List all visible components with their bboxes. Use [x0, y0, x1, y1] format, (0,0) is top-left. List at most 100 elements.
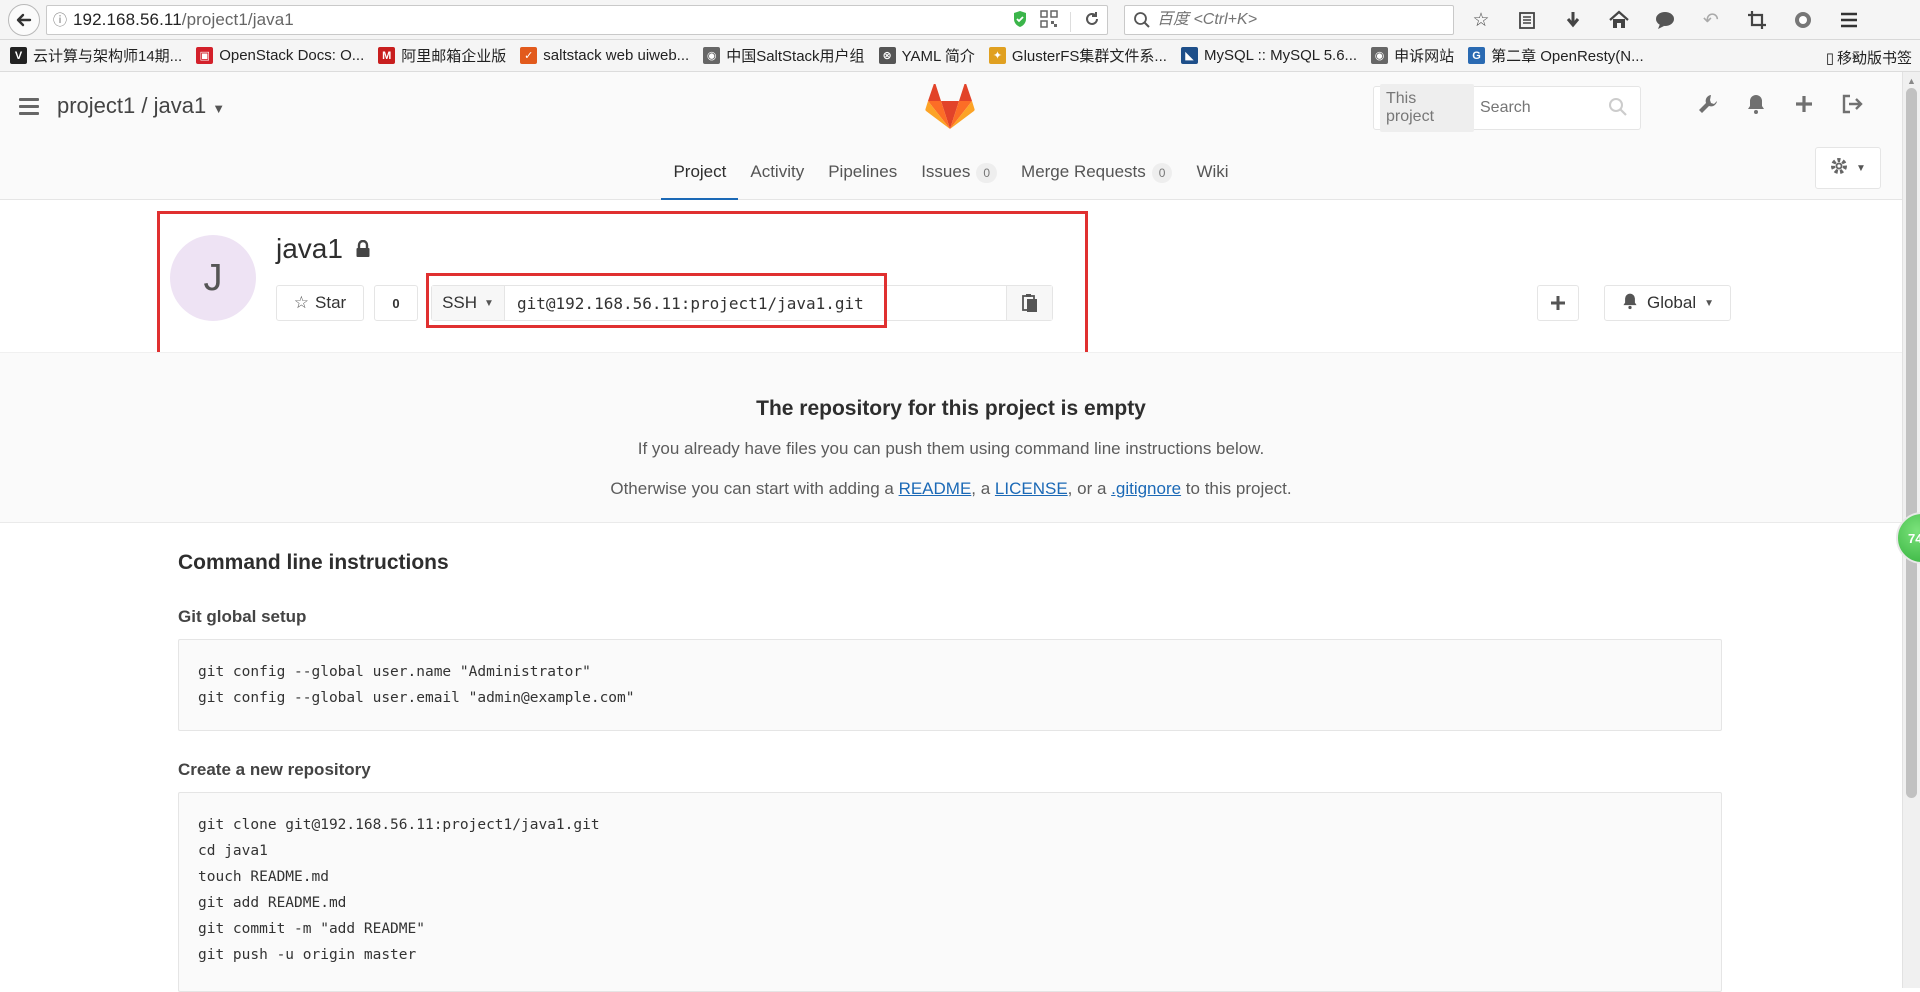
- search-scope-badge[interactable]: This project: [1380, 84, 1474, 132]
- home-icon[interactable]: [1606, 7, 1632, 33]
- project-name: java1: [276, 233, 343, 264]
- extension-icon[interactable]: [1790, 7, 1816, 33]
- code-line: git config --global user.name "Administr…: [198, 664, 591, 680]
- bookmark-item[interactable]: ✓ saltstack web uiweb...: [520, 47, 689, 64]
- add-license-link[interactable]: LICENSE: [995, 479, 1068, 498]
- tab-merge-requests[interactable]: Merge Requests 0: [1009, 152, 1184, 200]
- tab-label: Merge Requests: [1021, 162, 1146, 181]
- scrollbar-thumb[interactable]: [1906, 88, 1917, 798]
- new-file-button[interactable]: [1537, 285, 1579, 321]
- bookmark-item[interactable]: ▣ OpenStack Docs: O...: [196, 47, 364, 64]
- bookmark-favicon-icon: G: [1468, 47, 1486, 64]
- wrench-icon[interactable]: [1696, 92, 1720, 116]
- scroll-up-icon[interactable]: ▲: [1907, 76, 1916, 86]
- gitlab-header: project1 / java1 ▼ This project Search P…: [0, 72, 1902, 200]
- empty-repo-description: If you already have files you can push t…: [637, 439, 1265, 458]
- chat-icon[interactable]: [1652, 7, 1678, 33]
- bookmark-favicon-icon: ◉: [703, 47, 721, 64]
- qrcode-icon[interactable]: [1040, 10, 1058, 33]
- cli-title: Command line instructions: [178, 551, 449, 574]
- reading-list-icon[interactable]: [1514, 7, 1540, 33]
- bookmark-label: YAML 简介: [901, 48, 975, 65]
- phone-icon: ▯: [1825, 49, 1834, 67]
- tab-activity[interactable]: Activity: [738, 152, 816, 200]
- caret-down-icon: ▼: [484, 297, 494, 309]
- clone-url-group: SSH ▼: [431, 285, 1053, 321]
- bookmark-favicon-icon: ◣: [1180, 47, 1198, 64]
- bookmark-item[interactable]: G 第二章 OpenResty(N...: [1468, 45, 1644, 66]
- star-count[interactable]: 0: [374, 285, 418, 321]
- browser-search-input[interactable]: [1157, 11, 1437, 29]
- caret-down-icon: ▼: [1856, 162, 1866, 174]
- bookmark-label: 云计算与架构师14期...: [33, 48, 183, 65]
- bookmark-item[interactable]: M 阿里邮箱企业版: [378, 45, 506, 66]
- copy-url-button[interactable]: [1006, 286, 1052, 320]
- bookmark-favicon-icon: ▣: [196, 47, 214, 64]
- sign-out-icon[interactable]: [1840, 92, 1864, 116]
- download-icon[interactable]: [1560, 7, 1586, 33]
- code-line: git config --global user.email "admin@ex…: [198, 690, 635, 706]
- bookmark-item[interactable]: ◉ 申诉网站: [1371, 45, 1454, 66]
- plus-icon[interactable]: [1792, 92, 1816, 116]
- bookmark-label: OpenStack Docs: O...: [219, 47, 365, 64]
- clipboard-icon: [1021, 294, 1037, 312]
- add-readme-link[interactable]: README: [899, 479, 972, 498]
- star-icon: ☆: [293, 293, 310, 312]
- menu-icon[interactable]: [1836, 7, 1862, 33]
- undo-icon[interactable]: ↶: [1698, 7, 1724, 33]
- bookmark-item[interactable]: ◉ 中国SaltStack用户组: [703, 45, 865, 66]
- tab-label: Activity: [750, 162, 805, 181]
- crop-icon[interactable]: [1744, 7, 1770, 33]
- tab-count-badge: 0: [1151, 163, 1173, 183]
- bookmark-label: GlusterFS集群文件系...: [1011, 48, 1167, 65]
- suggestion-text: to this project.: [1181, 479, 1292, 498]
- suggestion-text: , or a: [1067, 479, 1112, 498]
- reload-icon[interactable]: [1083, 10, 1101, 33]
- url-divider: [1070, 11, 1071, 32]
- project-title: java1: [276, 233, 371, 265]
- star-label: Star: [315, 293, 347, 312]
- bookmark-item[interactable]: ⊗ YAML 简介: [878, 45, 975, 66]
- shield-icon[interactable]: [1012, 10, 1028, 33]
- tab-label: Issues: [921, 162, 971, 181]
- project-avatar: J: [170, 235, 256, 321]
- info-icon[interactable]: ⓘ: [47, 10, 73, 30]
- clone-url-input[interactable]: [505, 286, 1006, 320]
- bookmark-item[interactable]: ✦ GlusterFS集群文件系...: [988, 45, 1167, 66]
- add-gitignore-link[interactable]: .gitignore: [1111, 479, 1181, 498]
- bookmark-item[interactable]: V 云计算与架构师14期...: [10, 45, 182, 66]
- tab-project[interactable]: Project: [661, 152, 739, 200]
- chevron-down-icon[interactable]: ▼: [212, 101, 225, 116]
- tab-pipelines[interactable]: Pipelines: [816, 152, 909, 200]
- bookmark-label: 中国SaltStack用户组: [726, 48, 865, 65]
- bookmark-label: MySQL :: MySQL 5.6...: [1203, 47, 1358, 64]
- git-global-setup-code[interactable]: git config --global user.name "Administr…: [178, 639, 1722, 731]
- new-repo-code[interactable]: git clone git@192.168.56.11:project1/jav…: [178, 792, 1722, 992]
- project-settings-button[interactable]: ▼: [1815, 147, 1881, 189]
- address-bar[interactable]: ⓘ 192.168.56.11/project1/java1: [46, 5, 1108, 35]
- project-breadcrumb[interactable]: project1 / java1 ▼: [57, 93, 225, 119]
- code-line: git clone git@192.168.56.11:project1/jav…: [198, 817, 600, 833]
- browser-toolbar: ⓘ 192.168.56.11/project1/java1 ☆: [0, 0, 1920, 40]
- gitlab-logo[interactable]: [925, 83, 975, 135]
- bell-icon[interactable]: [1744, 92, 1768, 116]
- project-nav-tabs: Project Activity Pipelines Issues 0 Merge Req…: [0, 152, 1902, 200]
- gitlab-search[interactable]: This project: [1373, 84, 1641, 132]
- back-button[interactable]: [8, 4, 40, 36]
- tab-count-badge: 0: [976, 163, 998, 183]
- star-bookmark-icon[interactable]: ☆: [1468, 7, 1494, 33]
- tab-wiki[interactable]: Wiki: [1184, 152, 1240, 200]
- clone-protocol-dropdown[interactable]: SSH ▼: [432, 286, 505, 320]
- bookmark-item[interactable]: ◣ MySQL :: MySQL 5.6...: [1180, 47, 1358, 64]
- sidebar-toggle-icon[interactable]: [19, 98, 39, 119]
- mobile-bookmarks[interactable]: ▯ 移动版书签: [1826, 47, 1912, 68]
- code-line: cd java1: [198, 843, 268, 859]
- star-button[interactable]: ☆ Star: [276, 285, 364, 321]
- browser-search[interactable]: [1124, 5, 1454, 35]
- notification-dropdown[interactable]: Global ▼: [1604, 285, 1731, 321]
- bookmark-favicon-icon: V: [10, 47, 27, 64]
- tab-issues[interactable]: Issues 0: [909, 152, 1009, 200]
- bookmark-favicon-icon: ⊗: [878, 47, 896, 64]
- empty-repo-title: The repository for this project is empty: [756, 397, 1146, 420]
- bookmark-label: 阿里邮箱企业版: [401, 48, 507, 65]
